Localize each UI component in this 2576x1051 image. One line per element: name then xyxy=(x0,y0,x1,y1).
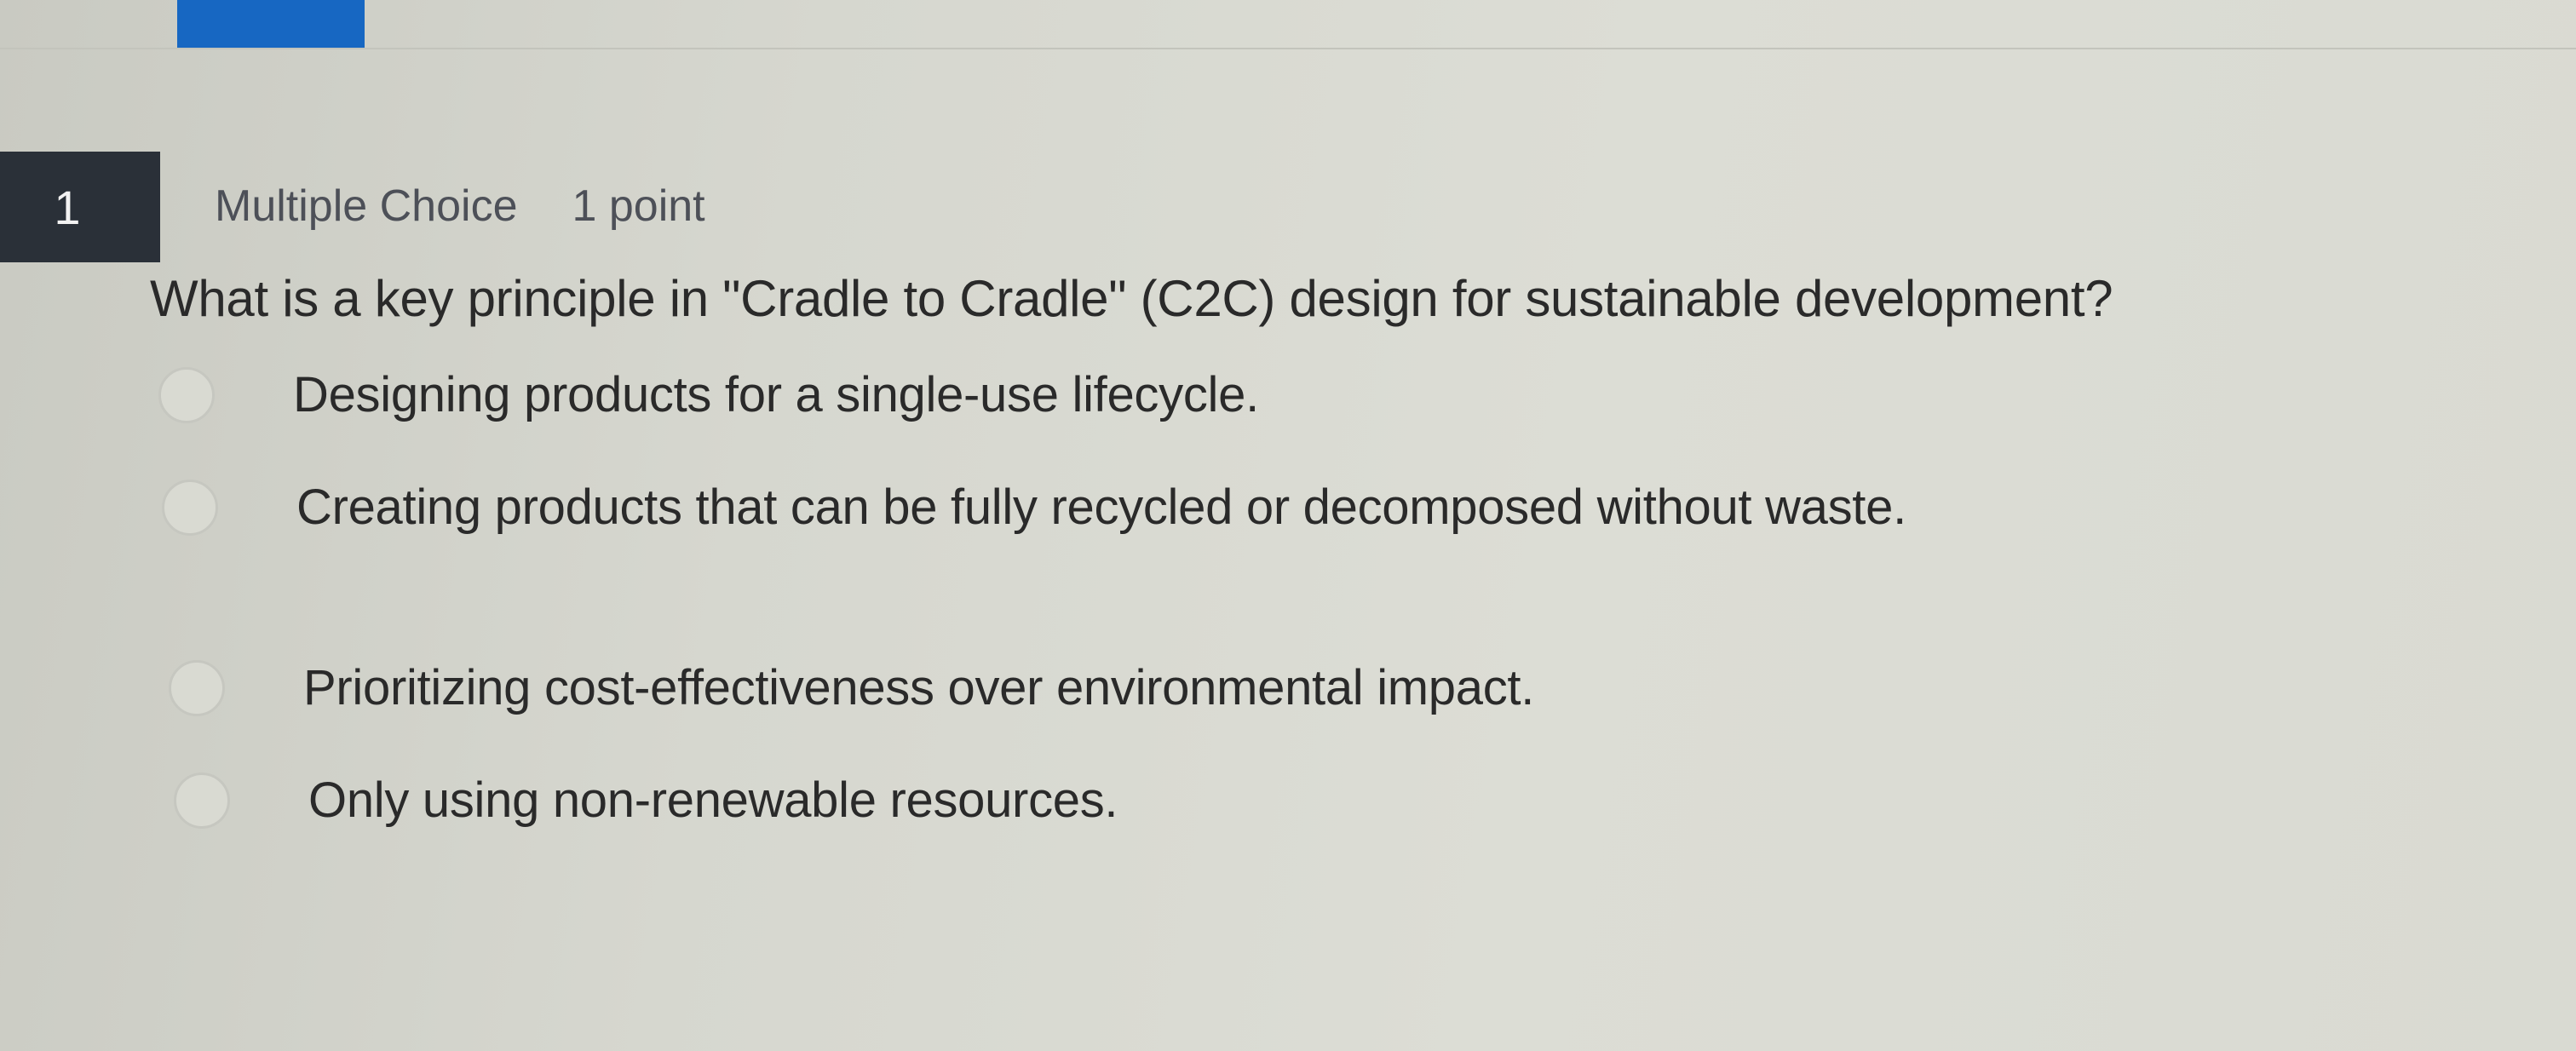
answer-option-label[interactable]: Only using non-renewable resources. xyxy=(308,772,1118,829)
question-meta: Multiple Choice 1 point xyxy=(215,181,705,232)
answer-option-label[interactable]: Prioritizing cost-effectiveness over env… xyxy=(303,659,1534,716)
question-prompt: What is a key principle in "Cradle to Cr… xyxy=(150,270,2113,327)
question-number: 1 xyxy=(54,180,81,234)
answer-option[interactable]: Creating products that can be fully recy… xyxy=(162,479,1906,536)
radio-button[interactable] xyxy=(174,772,230,829)
question-number-badge: 1 xyxy=(0,152,160,262)
answer-option[interactable]: Only using non-renewable resources. xyxy=(174,772,1118,829)
answer-option-label[interactable]: Creating products that can be fully recy… xyxy=(296,479,1906,536)
question-points: 1 point xyxy=(572,181,705,231)
radio-button[interactable] xyxy=(158,366,215,423)
active-tab-indicator[interactable] xyxy=(177,0,365,49)
radio-button[interactable] xyxy=(162,479,218,536)
answer-option-label[interactable]: Designing products for a single-use life… xyxy=(293,366,1259,423)
answer-option[interactable]: Designing products for a single-use life… xyxy=(158,366,1259,423)
question-type: Multiple Choice xyxy=(215,181,518,231)
radio-button[interactable] xyxy=(169,659,225,716)
header-divider xyxy=(0,48,2576,49)
answer-option[interactable]: Prioritizing cost-effectiveness over env… xyxy=(169,659,1534,716)
